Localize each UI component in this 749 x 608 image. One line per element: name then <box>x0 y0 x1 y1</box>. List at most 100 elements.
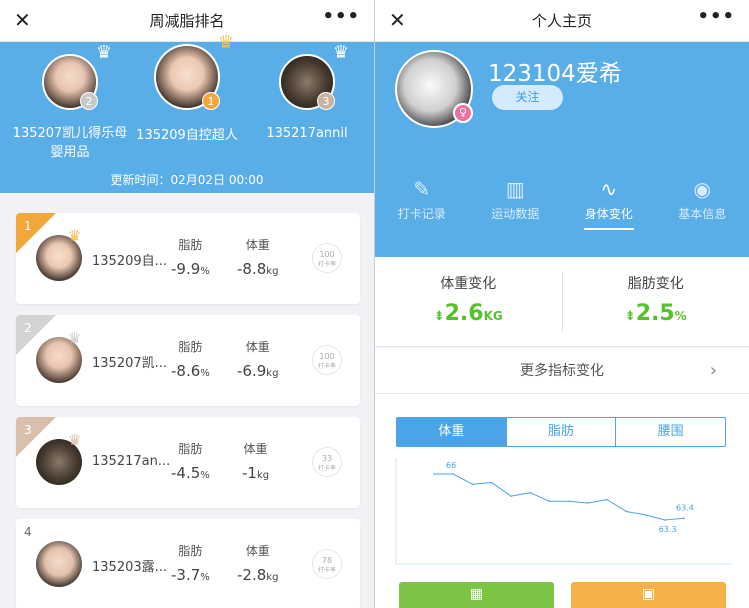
more-metrics-label: 更多指标变化 <box>520 363 604 379</box>
fat-change: 脂肪变化 ⇟2.5% <box>563 257 749 346</box>
list-item[interactable]: 1 ♛ 135209自... 脂肪 -9.9% 体重 -8.8kg 100 打卡率 <box>16 213 360 304</box>
weight-change-unit: KG <box>483 309 503 323</box>
rate-value: 100 <box>319 250 335 259</box>
more-icon[interactable]: ••• <box>322 6 360 27</box>
podium-name: 135209自控超人 <box>136 128 238 143</box>
list-item[interactable]: 4 135203露... 脂肪 -3.7% 体重 -2.8kg 78 打卡率 <box>16 519 360 608</box>
ranking-list: 1 ♛ 135209自... 脂肪 -9.9% 体重 -8.8kg 100 打卡率… <box>16 213 360 608</box>
checkin-rate-ring: 100 打卡率 <box>312 345 342 375</box>
trend-icon: ∿ <box>600 177 618 201</box>
close-icon[interactable]: ✕ <box>389 8 406 32</box>
data-point <box>606 498 608 501</box>
avatar <box>36 541 82 587</box>
page-title: 个人主页 <box>531 12 592 30</box>
member-name: 135207凯... <box>92 356 168 371</box>
weight-column: 体重 -8.8kg <box>237 236 278 278</box>
data-point <box>587 502 589 504</box>
female-icon: ♀ <box>453 103 473 123</box>
close-icon[interactable]: ✕ <box>14 8 31 32</box>
rank-badge: 1 <box>202 92 220 110</box>
page-title: 周减脂排名 <box>149 12 225 30</box>
weight-label: 体重 <box>245 238 270 252</box>
fat-unit: % <box>200 368 210 379</box>
fat-value: -8.6 <box>171 362 201 380</box>
rate-label: 打卡率 <box>317 363 336 370</box>
down-arrow-icon: ⇟ <box>624 309 636 324</box>
photo-icon: ▣ <box>641 586 656 602</box>
data-point <box>663 519 666 521</box>
podium: 2 ♛ 135207凯儿得乐母婴用品 1 ♛ 135209自控超人 3 ♛ 13… <box>0 32 374 193</box>
data-point <box>548 500 551 503</box>
weight-line-chart: 66 63.4 63.3 <box>395 458 732 565</box>
calendar-icon: ▦ <box>469 586 484 602</box>
segment-weight[interactable]: 体重 <box>397 418 507 446</box>
avatar: 3 ♛ <box>279 42 349 110</box>
crown-icon: ♛ <box>95 42 112 63</box>
more-icon[interactable]: ••• <box>697 6 735 27</box>
data-point <box>529 491 531 494</box>
tab-label: 身体变化 <box>584 207 633 221</box>
chart-section: 体重 脂肪 腰围 66 63.4 63.3 ▦ ▣ <box>375 394 749 608</box>
tab-label: 运动数据 <box>491 207 540 221</box>
podium-first[interactable]: 1 ♛ 135209自控超人 <box>136 32 238 145</box>
fat-value: -3.7 <box>171 566 201 584</box>
rank-badge: 3 <box>317 92 335 110</box>
avatar: 2 ♛ <box>42 42 112 110</box>
fat-label: 脂肪 <box>178 442 203 456</box>
podium-third[interactable]: 3 ♛ 135217annil <box>257 42 357 143</box>
segment-fat[interactable]: 脂肪 <box>507 418 617 446</box>
weight-value: -6.9 <box>237 362 267 380</box>
rate-label: 打卡率 <box>317 261 336 268</box>
fat-column: 脂肪 -8.6% <box>171 338 210 380</box>
member-name: 135203露... <box>92 560 168 575</box>
photo-button[interactable]: ▣ <box>571 582 726 608</box>
profile-header: ♀ 123104爱希 关注 ✎ 打卡记录 ▥ 运动数据 ∿ 身体变化 ◉ 基本信… <box>375 42 749 257</box>
fat-unit: % <box>200 470 210 481</box>
weight-label: 体重 <box>245 340 270 354</box>
tab-body-change[interactable]: ∿ 身体变化 <box>562 177 656 230</box>
profile-icon: ◉ <box>693 177 711 201</box>
rank-number: 1 <box>24 219 32 233</box>
series-line <box>434 473 685 521</box>
tab-basic-info[interactable]: ◉ 基本信息 <box>656 177 749 222</box>
weight-value: -1 <box>242 464 257 482</box>
segment-waist[interactable]: 腰围 <box>616 418 725 446</box>
data-label-end: 63.4 <box>676 503 694 512</box>
data-point <box>452 473 455 475</box>
fat-change-label: 脂肪变化 <box>627 276 684 292</box>
tab-exercise[interactable]: ▥ 运动数据 <box>469 177 563 222</box>
crown-icon: ♛ <box>68 431 82 449</box>
more-metrics-link[interactable]: 更多指标变化 › <box>375 348 749 394</box>
fat-unit: % <box>200 266 210 277</box>
username: 123104爱希 <box>488 61 622 87</box>
rate-value: 100 <box>319 352 335 361</box>
follow-button[interactable]: 关注 <box>492 85 563 110</box>
weight-unit: kg <box>256 470 270 481</box>
down-arrow-icon: ⇟ <box>433 309 445 324</box>
rank-number: 3 <box>24 423 32 437</box>
list-item[interactable]: 2 ♛ 135207凯... 脂肪 -8.6% 体重 -6.9kg 100 打卡率 <box>16 315 360 406</box>
rank-number: 2 <box>24 321 32 335</box>
data-point <box>510 495 512 497</box>
list-item[interactable]: 3 ♛ 135217an... 脂肪 -4.5% 体重 -1kg 33 打卡率 <box>16 417 360 508</box>
weight-column: 体重 -1kg <box>242 440 269 482</box>
weight-label: 体重 <box>245 544 270 558</box>
data-point <box>644 514 647 516</box>
right-topbar: ✕ 个人主页 ••• <box>375 0 749 42</box>
data-label-min: 63.3 <box>659 525 677 534</box>
checkin-rate-ring: 33 打卡率 <box>312 447 342 477</box>
podium-second[interactable]: 2 ♛ 135207凯儿得乐母婴用品 <box>13 42 128 162</box>
left-topbar: ✕ 周减脂排名 ••• <box>0 0 374 42</box>
data-point <box>567 500 570 503</box>
weight-unit: kg <box>266 572 279 583</box>
weight-change-label: 体重变化 <box>440 276 497 292</box>
checkin-button[interactable]: ▦ <box>399 582 554 608</box>
data-point <box>471 483 474 486</box>
podium-name: 135217annil <box>266 126 348 141</box>
data-point <box>625 510 628 513</box>
ranking-panel: ✕ 周减脂排名 ••• 2 ♛ 135207凯儿得乐母婴用品 1 ♛ 13520… <box>0 0 374 608</box>
fat-column: 脂肪 -4.5% <box>171 440 210 482</box>
data-label-start: 66 <box>446 461 456 470</box>
weight-change-value: 2.6 <box>444 301 484 326</box>
tab-checkin[interactable]: ✎ 打卡记录 <box>375 177 469 222</box>
